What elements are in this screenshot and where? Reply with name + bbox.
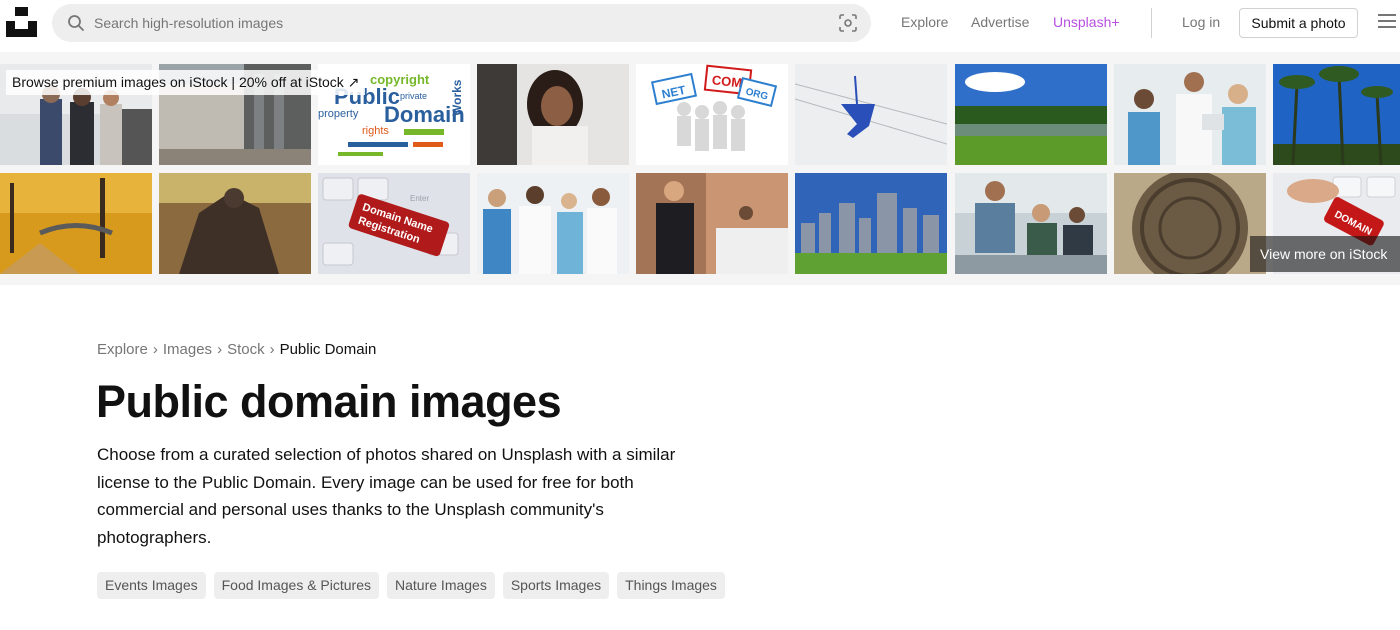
istock-thumb-autumn-path[interactable] xyxy=(0,173,152,274)
istock-banner: copyright Public private property Domain… xyxy=(0,52,1400,298)
breadcrumb-separator: › xyxy=(269,341,275,358)
istock-thumb-medical-team[interactable] xyxy=(477,173,629,274)
login-link[interactable]: Log in xyxy=(1182,0,1220,45)
istock-thumb-doctors[interactable] xyxy=(1114,64,1266,165)
istock-thumb-domain-name-key[interactable]: Enter Domain Name Registration xyxy=(318,173,470,274)
tag-things[interactable]: Things Images xyxy=(617,572,725,599)
enter-key-label: Enter xyxy=(410,194,429,203)
view-more-istock-link[interactable]: View more on iStock ↗ xyxy=(1250,236,1400,298)
breadcrumb-separator: › xyxy=(152,341,158,358)
wordcloud-property: property xyxy=(318,108,359,120)
istock-thumb-statue[interactable] xyxy=(159,173,311,274)
breadcrumb-images[interactable]: Images xyxy=(163,341,212,358)
tag-food[interactable]: Food Images & Pictures xyxy=(213,572,380,599)
wordcloud-private: private xyxy=(400,91,427,101)
nav-unsplash-plus-link[interactable]: Unsplash+ xyxy=(1053,0,1120,45)
top-header: Explore Advertise Unsplash+ Log in Submi… xyxy=(0,0,1400,48)
istock-thumb-chairlift[interactable] xyxy=(795,64,947,165)
breadcrumb-explore[interactable]: Explore xyxy=(97,341,148,358)
istock-promo-label[interactable]: Browse premium images on iStock | 20% of… xyxy=(6,70,366,95)
istock-thumb-palm-trees[interactable] xyxy=(1273,64,1400,165)
breadcrumb: Explore › Images › Stock › Public Domain xyxy=(97,341,376,358)
sign-com: COM xyxy=(711,72,743,90)
breadcrumb-current: Public Domain xyxy=(279,341,377,358)
tag-nature[interactable]: Nature Images xyxy=(387,572,495,599)
search-icon[interactable] xyxy=(67,14,85,32)
nav-divider xyxy=(1151,8,1152,38)
istock-thumb-woman-smiling[interactable] xyxy=(477,64,629,165)
search-bar[interactable] xyxy=(52,4,871,42)
hamburger-menu-icon[interactable] xyxy=(1378,14,1396,30)
istock-thumb-manhole-cover[interactable] xyxy=(1114,173,1266,274)
tag-sports[interactable]: Sports Images xyxy=(502,572,610,599)
tag-events[interactable]: Events Images xyxy=(97,572,206,599)
unsplash-logo-icon[interactable] xyxy=(6,7,37,37)
istock-thumb-city-skyline[interactable] xyxy=(795,173,947,274)
istock-thumb-businessman-office[interactable] xyxy=(636,173,788,274)
page-title: Public domain images xyxy=(96,376,562,427)
submit-photo-button[interactable]: Submit a photo xyxy=(1239,8,1358,38)
search-input[interactable] xyxy=(94,4,824,42)
breadcrumb-stock[interactable]: Stock xyxy=(227,341,265,358)
wordcloud-rights: rights xyxy=(362,125,389,137)
istock-thumb-domain-signs[interactable]: NET COM ORG xyxy=(636,64,788,165)
visual-search-icon[interactable] xyxy=(839,14,857,32)
wordcloud-works: Works xyxy=(450,79,464,116)
istock-thumb-park-lake[interactable] xyxy=(955,64,1107,165)
nav-advertise-link[interactable]: Advertise xyxy=(971,0,1029,45)
page-description: Choose from a curated selection of photo… xyxy=(97,445,676,547)
breadcrumb-separator: › xyxy=(217,341,223,358)
nav-explore-link[interactable]: Explore xyxy=(901,0,948,45)
istock-thumb-office-team[interactable] xyxy=(955,173,1107,274)
related-tags: Events Images Food Images & Pictures Nat… xyxy=(97,572,725,599)
